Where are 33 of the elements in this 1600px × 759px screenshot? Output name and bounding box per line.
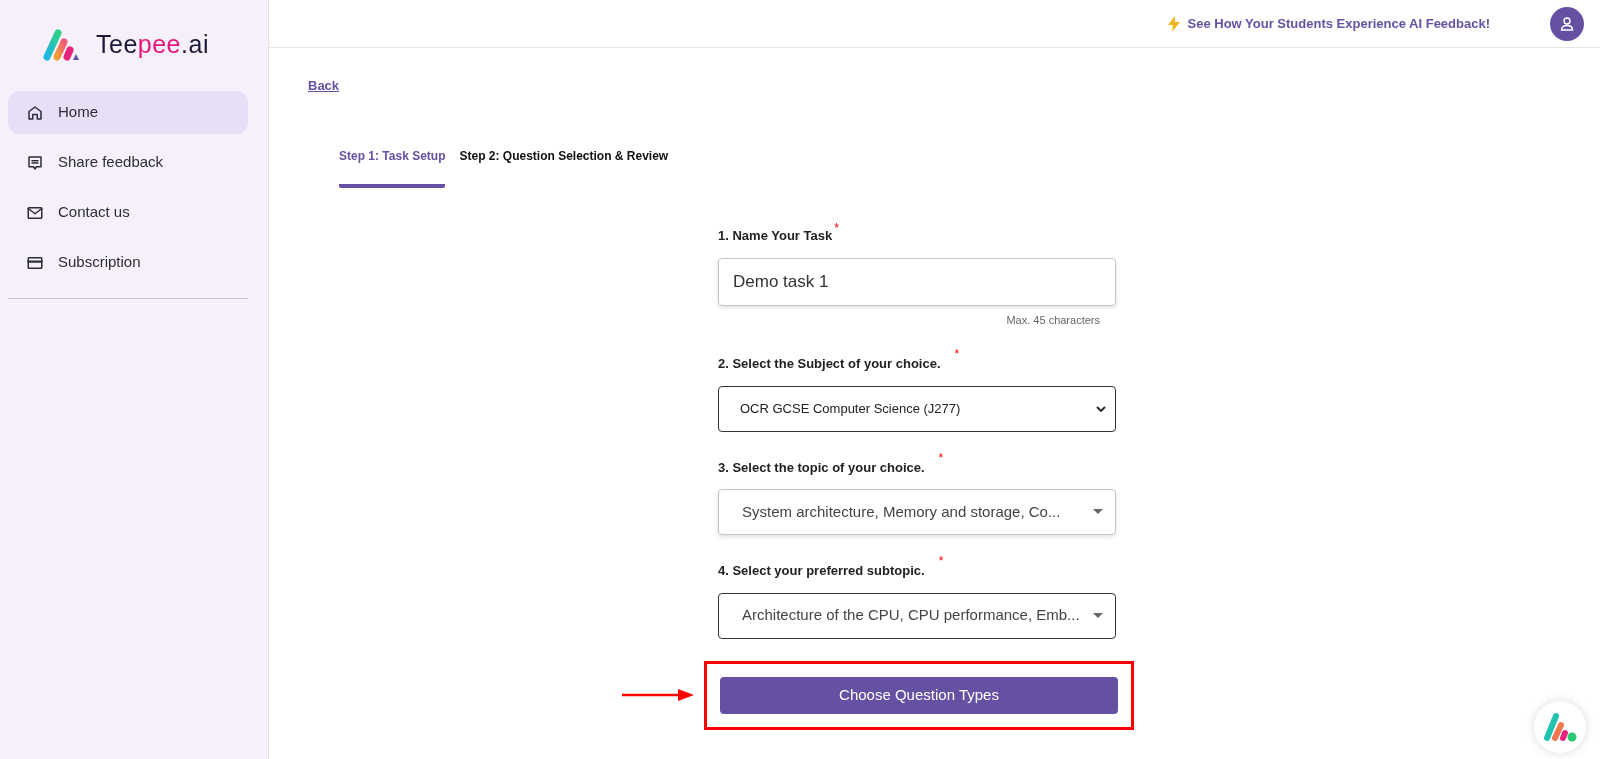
nav-item[interactable]: Home	[8, 91, 248, 134]
home-icon	[26, 103, 44, 122]
back-link[interactable]: Back	[308, 78, 340, 93]
user-icon	[1560, 16, 1574, 31]
field-label: 1. Name Your Task	[718, 227, 833, 245]
multi-select-dropdown[interactable]: Architecture of the CPU, CPU performance, Emb...	[718, 592, 1116, 639]
field-label: 4. Select your preferred subtopic.	[718, 562, 925, 580]
avatar-button[interactable]	[1550, 6, 1584, 41]
step-tab[interactable]: Step 1: Task Setup	[339, 147, 446, 188]
required-asterisk: *	[938, 451, 944, 464]
field-label: 2. Select the Subject of your choice.	[718, 355, 941, 373]
logo-wordmark: Teepee.ai	[96, 29, 209, 61]
promo-link[interactable]: See How Your Students Experience AI Feedback!	[1187, 13, 1490, 34]
nav-item[interactable]: Contact us	[8, 191, 248, 234]
required-asterisk: *	[938, 555, 944, 567]
multi-select-dropdown[interactable]: System architecture, Memory and storage, Co...	[718, 489, 1116, 535]
lightning-icon	[1167, 15, 1180, 32]
choose-question-types-button[interactable]: Choose Question Types	[720, 676, 1118, 714]
field-label: 3. Select the topic of your choice.	[718, 458, 925, 477]
chat-launcher-button[interactable]	[1534, 701, 1586, 753]
chat-icon	[26, 153, 44, 172]
step-tab[interactable]: Step 2: Question Selection & Review	[459, 147, 669, 188]
logo-icon	[42, 28, 80, 62]
required-asterisk: *	[954, 348, 960, 360]
dropdown-arrow-icon	[1093, 509, 1103, 515]
required-asterisk: *	[834, 222, 839, 234]
nav-item[interactable]: Share feedback	[8, 141, 248, 184]
task-name-field[interactable]: Demo task 1	[718, 257, 1116, 306]
subject-dropdown[interactable]: OCR GCSE Computer Science (J277)	[718, 385, 1116, 432]
dropdown-arrow-icon	[1093, 612, 1103, 619]
logo-icon	[1543, 712, 1577, 742]
nav-item[interactable]: Subscription	[8, 241, 248, 284]
character-limit-hint: Max. 45 characters	[1006, 312, 1100, 328]
